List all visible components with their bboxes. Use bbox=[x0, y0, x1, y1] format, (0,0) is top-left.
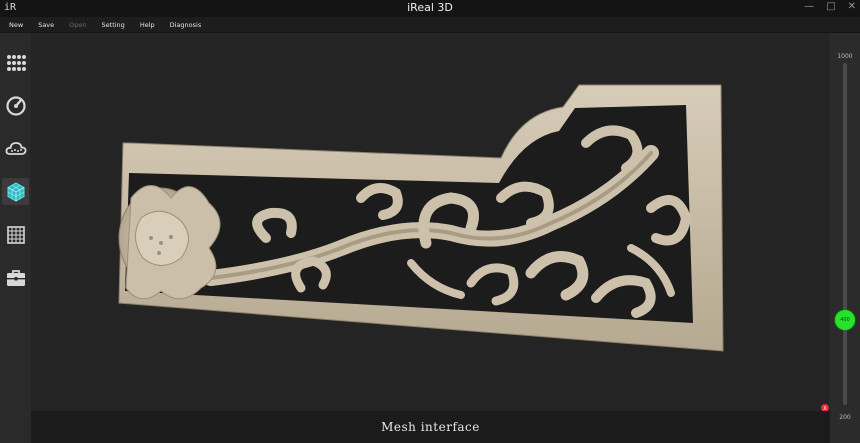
menu-bar: New Save Open Setting Help Diagnosis bbox=[0, 17, 860, 33]
menu-save[interactable]: Save bbox=[38, 21, 54, 29]
menu-setting[interactable]: Setting bbox=[102, 21, 125, 29]
scan-tool[interactable] bbox=[2, 92, 29, 119]
toolbox-tool[interactable] bbox=[2, 264, 29, 291]
point-grid-tool[interactable] bbox=[2, 49, 29, 76]
slider-max-label: 1000 bbox=[837, 53, 853, 60]
window-title: iReal 3D bbox=[407, 1, 453, 14]
point-cloud-icon bbox=[5, 141, 26, 155]
point-grid-icon bbox=[6, 54, 26, 71]
status-text: Mesh interface bbox=[381, 420, 480, 434]
minimize-button[interactable]: — bbox=[804, 1, 814, 12]
left-toolbar bbox=[0, 33, 31, 443]
carved-panel-model bbox=[118, 84, 724, 352]
slider-thumb[interactable]: 400 bbox=[835, 309, 855, 330]
toolbox-icon bbox=[6, 269, 25, 286]
menu-new[interactable]: New bbox=[9, 21, 23, 29]
title-bar: iR iReal 3D — □ ✕ bbox=[0, 0, 860, 17]
mesh-cube-icon bbox=[7, 181, 24, 202]
status-bar: Mesh interface bbox=[31, 411, 830, 443]
close-button[interactable]: ✕ bbox=[848, 1, 856, 12]
right-slider-panel: 1000 400 200 bbox=[830, 33, 860, 443]
mesh-tool[interactable] bbox=[2, 178, 29, 205]
menu-open[interactable]: Open bbox=[69, 21, 86, 29]
point-cloud-tool[interactable] bbox=[2, 135, 29, 162]
axis-gizmo: X Y Z bbox=[821, 404, 829, 411]
scan-target-icon bbox=[5, 95, 26, 116]
menu-help[interactable]: Help bbox=[140, 21, 155, 29]
texture-tool[interactable] bbox=[2, 221, 29, 248]
menu-diagnosis[interactable]: Diagnosis bbox=[170, 21, 202, 29]
texture-grid-icon bbox=[6, 225, 25, 244]
maximize-button[interactable]: □ bbox=[826, 1, 835, 12]
window-controls: — □ ✕ bbox=[804, 1, 856, 12]
slider-min-label: 200 bbox=[839, 414, 851, 421]
slider-track[interactable] bbox=[843, 63, 847, 405]
3d-viewport[interactable]: X Y Z bbox=[31, 33, 830, 411]
